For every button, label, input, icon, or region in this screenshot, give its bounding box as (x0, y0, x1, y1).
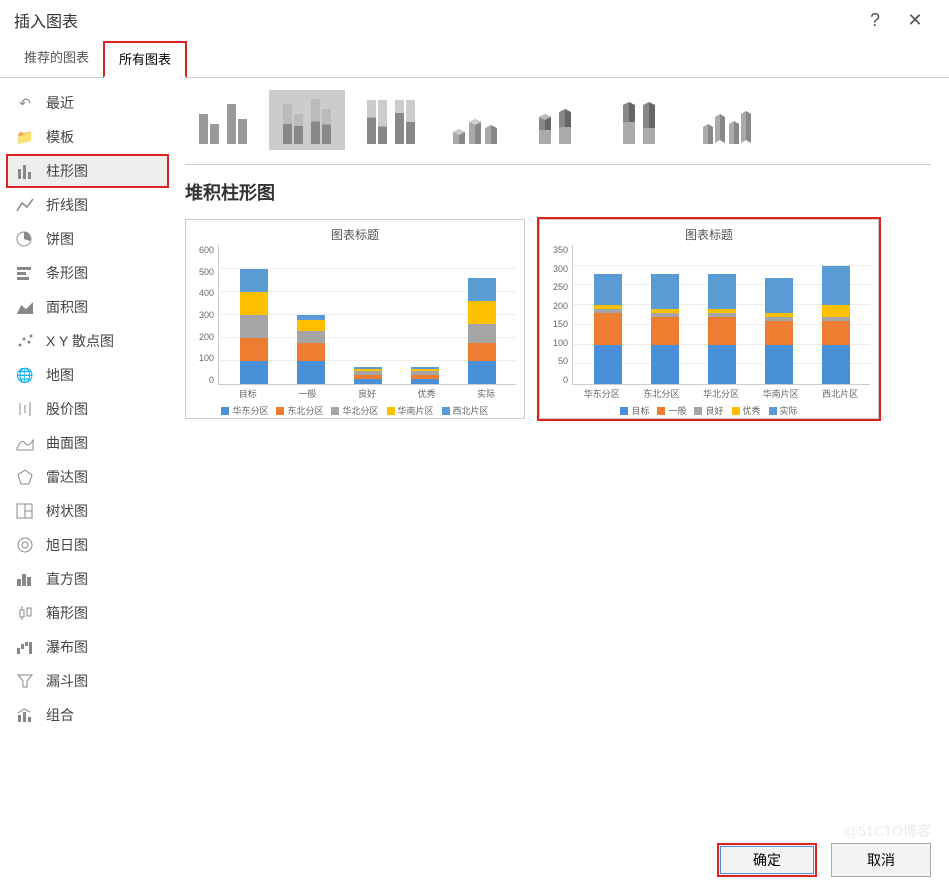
tab-all-charts[interactable]: 所有图表 (103, 41, 187, 78)
sidebar-item-line[interactable]: 折线图 (6, 188, 169, 222)
folder-icon: 📁 (14, 126, 36, 148)
subtype-clustered-column[interactable] (185, 90, 261, 150)
subtype-3d-100-stacked-column[interactable] (605, 90, 681, 150)
sidebar-item-recent[interactable]: ↶ 最近 (6, 86, 169, 120)
close-button[interactable]: ✕ (895, 10, 935, 31)
scatter-chart-icon (14, 330, 36, 352)
sidebar-item-label: 瀑布图 (46, 637, 88, 657)
preview-chart-2[interactable]: 图表标题 350300250200150100500 华东分区东北分区华北分区华… (539, 219, 879, 419)
sidebar-item-label: 模板 (46, 127, 74, 147)
sidebar-item-label: 直方图 (46, 569, 88, 589)
sunburst-icon (14, 534, 36, 556)
sidebar-item-label: 漏斗图 (46, 671, 88, 691)
plot-area (572, 245, 870, 385)
tab-strip: 推荐的图表 所有图表 (0, 40, 949, 78)
sidebar-item-label: 组合 (46, 705, 74, 725)
subtype-3d-column[interactable] (689, 90, 765, 150)
y-axis: 350300250200150100500 (548, 245, 572, 385)
subtype-3d-clustered-column[interactable] (437, 90, 513, 150)
sidebar-item-label: 柱形图 (46, 161, 88, 181)
area-chart-icon (14, 296, 36, 318)
preview-chart-1[interactable]: 图表标题 6005004003002001000 目标一般良好优秀实际 华东分区… (185, 219, 525, 419)
sidebar-item-label: X Y 散点图 (46, 331, 114, 351)
line-chart-icon (14, 194, 36, 216)
stock-chart-icon (14, 398, 36, 420)
recent-icon: ↶ (14, 92, 36, 114)
sidebar-item-label: 雷达图 (46, 467, 88, 487)
chart-title: 图表标题 (548, 226, 870, 243)
sidebar-item-label: 旭日图 (46, 535, 88, 555)
sidebar-item-funnel[interactable]: 漏斗图 (6, 664, 169, 698)
sidebar-item-label: 曲面图 (46, 433, 88, 453)
surface-chart-icon (14, 432, 36, 454)
legend: 华东分区东北分区华北分区华南片区西北片区 (194, 404, 516, 417)
legend: 目标一般良好优秀实际 (548, 404, 870, 417)
x-axis: 华东分区东北分区华北分区华南片区西北片区 (572, 387, 870, 400)
tab-recommended[interactable]: 推荐的图表 (10, 41, 103, 78)
map-icon: 🌐 (14, 364, 36, 386)
pie-chart-icon (14, 228, 36, 250)
treemap-icon (14, 500, 36, 522)
cancel-button[interactable]: 取消 (831, 843, 931, 877)
sidebar-item-label: 饼图 (46, 229, 74, 249)
sidebar-item-histogram[interactable]: 直方图 (6, 562, 169, 596)
sidebar-item-waterfall[interactable]: 瀑布图 (6, 630, 169, 664)
sidebar-item-label: 最近 (46, 93, 74, 113)
sidebar-item-label: 折线图 (46, 195, 88, 215)
sidebar-item-scatter[interactable]: X Y 散点图 (6, 324, 169, 358)
y-axis: 6005004003002001000 (194, 245, 218, 385)
sidebar-item-label: 面积图 (46, 297, 88, 317)
sidebar-item-stock[interactable]: 股价图 (6, 392, 169, 426)
sidebar-item-bar[interactable]: 条形图 (6, 256, 169, 290)
chart-type-list: ↶ 最近 📁 模板 柱形图 折线图 饼图 条形图 面积图 X Y 散点图 🌐 地图 股… (0, 78, 175, 856)
column-chart-icon (14, 160, 36, 182)
help-button[interactable]: ? (855, 10, 895, 31)
sidebar-item-column[interactable]: 柱形图 (6, 154, 169, 188)
subtype-title: 堆积柱形图 (185, 165, 931, 219)
radar-chart-icon (14, 466, 36, 488)
sidebar-item-radar[interactable]: 雷达图 (6, 460, 169, 494)
plot-area (218, 245, 516, 385)
sidebar-item-template[interactable]: 📁 模板 (6, 120, 169, 154)
ok-button[interactable]: 确定 (717, 843, 817, 877)
bar-chart-icon (14, 262, 36, 284)
waterfall-icon (14, 636, 36, 658)
sidebar-item-label: 箱形图 (46, 603, 88, 623)
subtype-3d-stacked-column[interactable] (521, 90, 597, 150)
chart-title: 图表标题 (194, 226, 516, 243)
sidebar-item-label: 地图 (46, 365, 74, 385)
dialog-title: 插入图表 (14, 8, 78, 32)
sidebar-item-label: 股价图 (46, 399, 88, 419)
sidebar-item-area[interactable]: 面积图 (6, 290, 169, 324)
sidebar-item-pie[interactable]: 饼图 (6, 222, 169, 256)
histogram-icon (14, 568, 36, 590)
sidebar-item-label: 树状图 (46, 501, 88, 521)
combo-chart-icon (14, 704, 36, 726)
sidebar-item-surface[interactable]: 曲面图 (6, 426, 169, 460)
funnel-icon (14, 670, 36, 692)
sidebar-item-label: 条形图 (46, 263, 88, 283)
subtype-gallery (185, 88, 931, 165)
sidebar-item-map[interactable]: 🌐 地图 (6, 358, 169, 392)
box-plot-icon (14, 602, 36, 624)
x-axis: 目标一般良好优秀实际 (218, 387, 516, 400)
subtype-100-stacked-column[interactable] (353, 90, 429, 150)
sidebar-item-combo[interactable]: 组合 (6, 698, 169, 732)
subtype-stacked-column[interactable] (269, 90, 345, 150)
sidebar-item-treemap[interactable]: 树状图 (6, 494, 169, 528)
sidebar-item-sunburst[interactable]: 旭日图 (6, 528, 169, 562)
sidebar-item-box[interactable]: 箱形图 (6, 596, 169, 630)
